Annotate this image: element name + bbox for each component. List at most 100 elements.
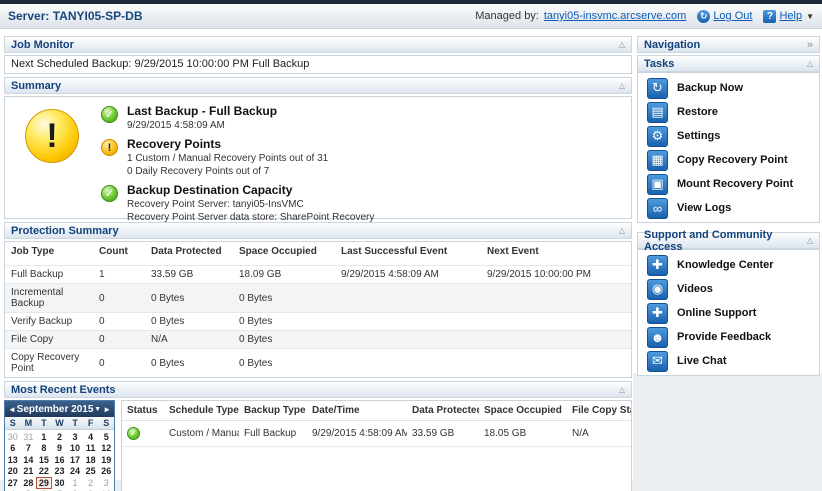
support-header[interactable]: Support and Community Access △ <box>637 232 820 249</box>
log-out-icon[interactable]: ↻ <box>697 10 710 23</box>
calendar-day[interactable]: 19 <box>98 455 114 465</box>
calendar-day-header: S <box>98 418 114 428</box>
calendar-day[interactable]: 3 <box>98 478 114 488</box>
table-cell: 18.05 GB <box>479 421 567 447</box>
server-title: Server: TANYI05-SP-DB <box>8 9 143 23</box>
success-icon: ✓ <box>101 185 118 202</box>
calendar-day[interactable]: 3 <box>67 432 83 442</box>
calendar-day[interactable]: 5 <box>98 432 114 442</box>
calendar-day[interactable]: 27 <box>5 478 21 488</box>
restore-icon: ▤ <box>647 102 668 123</box>
table-row: File Copy0N/A0 Bytes <box>5 331 631 349</box>
table-cell: 0 Bytes <box>145 349 233 378</box>
calendar-prev-icon[interactable]: ◄ <box>8 405 16 414</box>
calendar-next-icon[interactable]: ► <box>103 405 111 414</box>
managed-by-link[interactable]: tanyi05-insvmc.arcserve.com <box>544 10 686 22</box>
calendar-dropdown-icon[interactable]: ▼ <box>94 406 101 413</box>
calendar-day[interactable]: 18 <box>83 455 99 465</box>
calendar-day[interactable]: 9 <box>52 443 68 453</box>
table-cell: 0 Bytes <box>233 284 335 313</box>
calendar-day[interactable]: 15 <box>36 455 52 465</box>
calendar-day[interactable]: 2 <box>83 478 99 488</box>
calendar-header: ◄ September 2015 ▼ ► <box>5 401 114 417</box>
collapse-icon[interactable]: △ <box>619 385 625 394</box>
calendar-day[interactable]: 12 <box>98 443 114 453</box>
calendar-day[interactable]: 30 <box>5 432 21 442</box>
table-cell: Incremental Backup <box>5 284 93 313</box>
calendar-day[interactable]: 23 <box>52 466 68 476</box>
collapse-icon[interactable]: △ <box>619 81 625 90</box>
protection-summary-header[interactable]: Protection Summary △ <box>4 222 632 239</box>
calendar-day[interactable]: 1 <box>36 432 52 442</box>
sidebar-item-label: Settings <box>677 130 720 142</box>
calendar-day[interactable]: 22 <box>36 466 52 476</box>
sidebar-item-live-chat[interactable]: ✉Live Chat <box>638 349 819 373</box>
help-icon[interactable]: ? <box>763 10 776 23</box>
sidebar-item-online-support[interactable]: ✚Online Support <box>638 301 819 325</box>
calendar-day[interactable]: 16 <box>52 455 68 465</box>
calendar-day[interactable]: 28 <box>21 478 37 488</box>
sidebar-item-knowledge-center[interactable]: ✚Knowledge Center <box>638 253 819 277</box>
sidebar-item-label: Provide Feedback <box>677 331 771 343</box>
calendar-day[interactable]: 7 <box>21 443 37 453</box>
mount-recovery-point-icon: ▣ <box>647 174 668 195</box>
sidebar-item-provide-feedback[interactable]: ☻ Provide Feedback <box>638 325 819 349</box>
job-monitor-header[interactable]: Job Monitor △ <box>4 36 632 53</box>
table-cell: 0 <box>93 349 145 378</box>
protection-summary-header-row: Job TypeCountData ProtectedSpace Occupie… <box>5 242 631 266</box>
calendar-grid: 3031123456789101112131415161718192021222… <box>5 430 114 491</box>
sidebar-item-view-logs[interactable]: ∞View Logs <box>638 196 819 220</box>
calendar-day[interactable]: 20 <box>5 466 21 476</box>
protection-summary-table: Job TypeCountData ProtectedSpace Occupie… <box>5 242 631 377</box>
sidebar-item-videos[interactable]: ◉Videos <box>638 277 819 301</box>
calendar-day[interactable]: 2 <box>52 432 68 442</box>
calendar-day[interactable]: 26 <box>98 466 114 476</box>
calendar-day[interactable]: 4 <box>83 432 99 442</box>
calendar-day-selected[interactable]: 29 <box>36 477 52 489</box>
sidebar-item-label: Online Support <box>677 307 756 319</box>
summary-item-line: 9/29/2015 4:58:09 AM <box>127 120 277 131</box>
sidebar-item-settings[interactable]: ⚙Settings <box>638 124 819 148</box>
events-section: ◄ September 2015 ▼ ► SMTWTFS 30311234567… <box>4 400 632 491</box>
tasks-header[interactable]: Tasks △ <box>637 55 820 72</box>
most-recent-events-header[interactable]: Most Recent Events △ <box>4 381 632 398</box>
collapse-icon[interactable]: △ <box>619 226 625 235</box>
provide-feedback-icon: ☻ <box>647 327 668 348</box>
table-cell <box>481 349 631 378</box>
sidebar-item-restore[interactable]: ▤Restore <box>638 100 819 124</box>
log-out-link[interactable]: Log Out <box>713 10 752 22</box>
calendar-day[interactable]: 13 <box>5 455 21 465</box>
calendar-day-header: T <box>67 418 83 428</box>
collapse-icon[interactable]: △ <box>619 40 625 49</box>
next-scheduled-backup-text: Next Scheduled Backup: 9/29/2015 10:00:0… <box>11 58 309 70</box>
summary-header[interactable]: Summary △ <box>4 77 632 94</box>
calendar-day[interactable]: 31 <box>21 432 37 442</box>
summary-item: !Recovery Points1 Custom / Manual Recove… <box>101 138 623 177</box>
collapse-icon[interactable]: △ <box>807 59 813 68</box>
calendar-day[interactable]: 8 <box>36 443 52 453</box>
column-header: File Copy Status <box>567 401 631 421</box>
calendar-day[interactable]: 6 <box>5 443 21 453</box>
sidebar: Navigation » Tasks △ ↻Backup Now▤Restore… <box>637 36 820 376</box>
server-label: Server: <box>8 9 49 23</box>
sidebar-item-backup-now[interactable]: ↻Backup Now <box>638 76 819 100</box>
calendar-day-header: W <box>52 418 68 428</box>
collapse-icon[interactable]: △ <box>807 236 813 245</box>
help-link[interactable]: Help <box>779 10 802 22</box>
sidebar-item-mount-recovery-point[interactable]: ▣Mount Recovery Point <box>638 172 819 196</box>
calendar-day[interactable]: 1 <box>67 478 83 488</box>
calendar-month-label[interactable]: September 2015 <box>16 404 94 415</box>
calendar-day[interactable]: 25 <box>83 466 99 476</box>
calendar-day[interactable]: 14 <box>21 455 37 465</box>
expand-panel-icon[interactable]: » <box>807 41 813 49</box>
view-logs-binoculars-icon: ∞ <box>647 198 668 219</box>
table-cell: 18.09 GB <box>233 266 335 284</box>
calendar-day[interactable]: 21 <box>21 466 37 476</box>
calendar-day[interactable]: 30 <box>52 478 68 488</box>
calendar-day[interactable]: 17 <box>67 455 83 465</box>
sidebar-item-copy-recovery-point[interactable]: ▦Copy Recovery Point <box>638 148 819 172</box>
calendar-day[interactable]: 10 <box>67 443 83 453</box>
navigation-header[interactable]: Navigation » <box>637 36 820 53</box>
calendar-day[interactable]: 24 <box>67 466 83 476</box>
calendar-day[interactable]: 11 <box>83 443 99 453</box>
